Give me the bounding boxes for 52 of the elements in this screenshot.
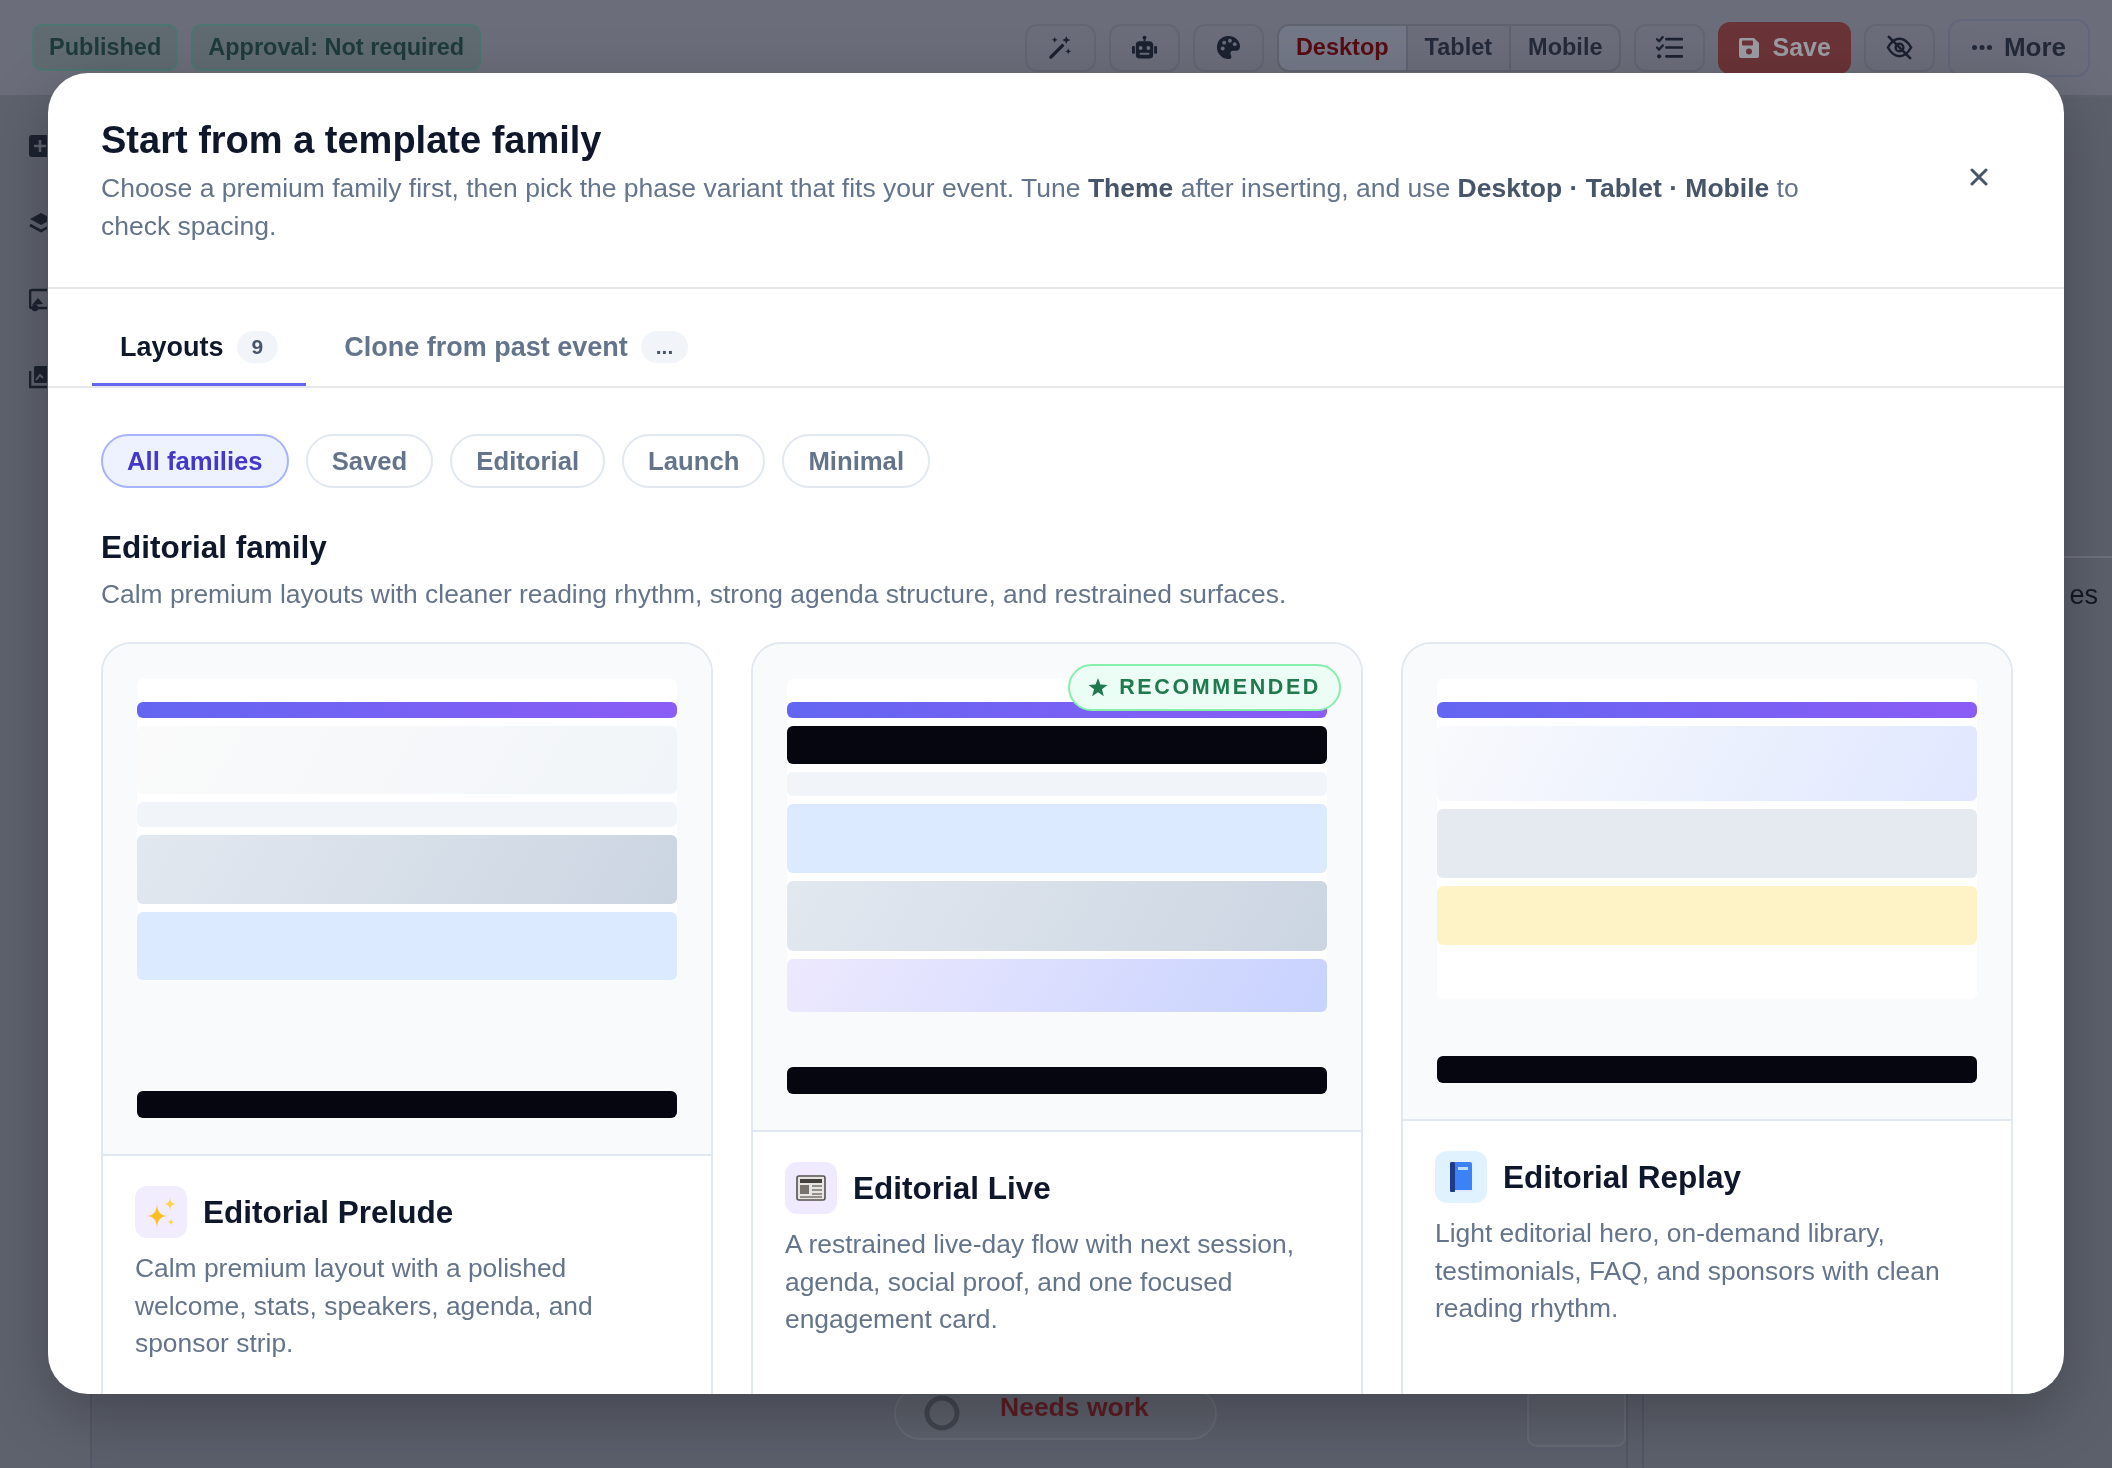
palette-button[interactable] — [1192, 23, 1264, 72]
checklist-button[interactable] — [1634, 23, 1706, 72]
palette-icon — [1214, 35, 1242, 60]
star-icon — [1088, 678, 1109, 697]
filter-chip[interactable]: Saved — [305, 434, 434, 488]
card-description: A restrained live-day flow with next session, agenda, social proof, and one focused engagement card. — [785, 1228, 1295, 1336]
magic-wand-icon — [1046, 35, 1074, 60]
count-badge: ... — [640, 331, 689, 363]
hide-button[interactable] — [1863, 23, 1935, 72]
card-description: Light editorial hero, on-demand library, testimonials, FAQ, and sponsors with clean reading rhythm. — [1435, 1217, 1941, 1325]
section-description: Calm premium layouts with cleaner reading rhythm, strong agenda structure, and restrained surfaces. — [101, 578, 1288, 611]
magic-wand-button[interactable] — [1024, 23, 1096, 72]
filter-chip[interactable]: Editorial — [450, 434, 606, 488]
filter-chip[interactable]: All families — [101, 434, 289, 488]
image-icon[interactable] — [29, 288, 47, 312]
view-toggle[interactable]: Desktop — [1278, 25, 1406, 70]
recommended-label: RECOMMENDED — [1119, 675, 1321, 700]
card-title: Editorial Prelude — [203, 1193, 454, 1231]
template-card[interactable]: RECOMMENDED Editorial Live A restrained live-day flow with next session, agenda, social proof, and one focused engagement card. — [751, 642, 1363, 1394]
eye-slash-icon — [1885, 35, 1913, 60]
view-toggle[interactable]: Mobile — [1509, 25, 1620, 70]
save-button[interactable]: Save — [1718, 21, 1851, 74]
layers-icon[interactable] — [29, 211, 47, 235]
card-title: Editorial Live — [853, 1169, 1051, 1207]
robot-icon — [1130, 35, 1158, 60]
sparkles-icon — [135, 1186, 187, 1238]
book-icon — [1435, 1151, 1487, 1203]
filter-chip[interactable]: Launch — [622, 434, 766, 488]
more-dots-icon — [1971, 45, 1992, 50]
checklist-icon — [1656, 35, 1684, 60]
dialog-tab[interactable]: Layouts 9 — [92, 289, 307, 386]
images-icon[interactable] — [29, 365, 47, 389]
status-badge: Approval: Not required — [191, 24, 482, 71]
newspaper-icon — [785, 1162, 837, 1214]
status-label: Needs work — [1000, 1394, 1149, 1420]
template-card[interactable]: Editorial Replay Light editorial hero, on-demand library, testimonials, FAQ, and sponsors with clean reading rhythm. — [1401, 642, 2013, 1394]
template-card[interactable]: Editorial Prelude Calm premium layout with a polished welcome, stats, speakers, agenda, and sponsor strip. — [101, 642, 713, 1394]
filter-chip[interactable]: Minimal — [782, 434, 931, 488]
section-title: Editorial family — [101, 528, 328, 566]
count-badge: 9 — [236, 331, 279, 363]
progress-ring-icon — [924, 1395, 960, 1431]
dialog-title: Start from a template family — [101, 118, 603, 163]
card-description: Calm premium layout with a polished welcome, stats, speakers, agenda, and sponsor strip. — [135, 1252, 594, 1360]
dialog-tab[interactable]: Clone from past event ... — [316, 289, 717, 386]
view-toggle[interactable]: Tablet — [1405, 25, 1510, 70]
close-icon — [1970, 168, 1988, 186]
card-title: Editorial Replay — [1503, 1158, 1742, 1196]
more-button[interactable]: More — [1947, 18, 2090, 77]
robot-button[interactable] — [1108, 23, 1180, 72]
dialog-description: Choose a premium family first, then pick the phase variant that fits your event. Tune Theme after inserting, and use Desktop · Tablet · Mobile to check spacing. — [101, 172, 1800, 243]
status-badge: Published — [32, 24, 179, 71]
panel-heading: es — [2069, 579, 2098, 612]
